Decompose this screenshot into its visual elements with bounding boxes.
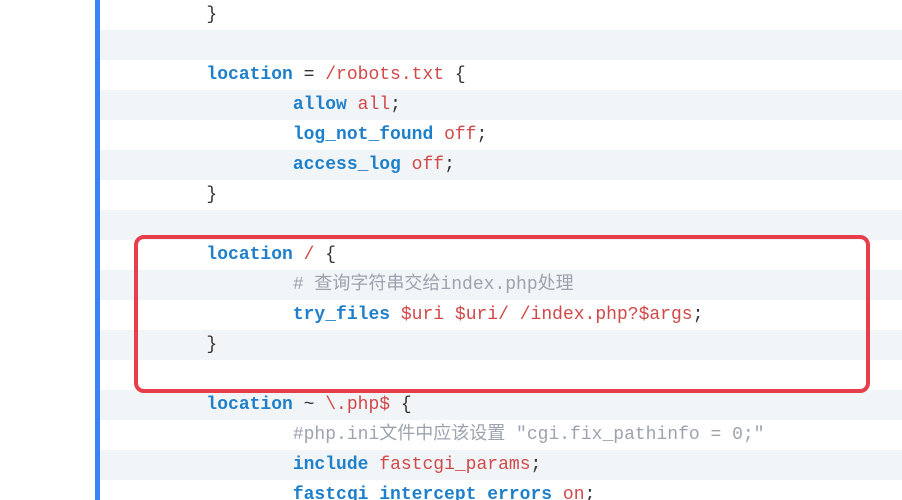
code-token: \.php$ — [325, 395, 390, 415]
code-line: #php.ini文件中应该设置 "cgi.fix_pathinfo = 0;" — [100, 420, 902, 450]
code-token: / — [304, 245, 315, 265]
code-token: include — [293, 455, 369, 475]
code-line: include fastcgi_params; — [100, 450, 902, 480]
code-token: = — [293, 65, 325, 85]
code-token — [433, 125, 444, 145]
code-token: #php.ini文件中应该设置 — [293, 425, 516, 445]
code-token: fastcgi_intercept_errors — [293, 485, 552, 500]
code-token: log_not_found — [293, 125, 433, 145]
code-token: ; — [476, 125, 487, 145]
code-line: location / { — [100, 240, 902, 270]
code-token: ; — [444, 155, 455, 175]
code-token: ; — [531, 455, 542, 475]
code-line: access_log off; — [100, 150, 902, 180]
code-token — [347, 95, 358, 115]
code-line — [100, 30, 902, 60]
code-token: location — [206, 65, 292, 85]
code-token: off — [444, 125, 476, 145]
code-token: { — [444, 65, 466, 85]
code-token: try_files — [293, 305, 390, 325]
code-token: access_log — [293, 155, 401, 175]
code-token — [552, 485, 563, 500]
code-token: off — [412, 155, 444, 175]
code-token: } — [206, 335, 217, 355]
code-token: /index.php? — [520, 305, 639, 325]
code-line: # 查询字符串交给index.php处理 — [100, 270, 902, 300]
code-token: $uri — [401, 305, 444, 325]
code-token — [509, 305, 520, 325]
code-token: # 查询字符串交给index.php处理 — [293, 275, 574, 295]
code-token — [293, 245, 304, 265]
code-line: try_files $uri $uri/ /index.php?$args; — [100, 300, 902, 330]
code-token: $uri — [455, 305, 498, 325]
code-token — [444, 305, 455, 325]
code-token: ~ — [293, 395, 325, 415]
code-token — [401, 155, 412, 175]
code-token: location — [206, 395, 292, 415]
code-line — [100, 360, 902, 390]
code-token: } — [206, 185, 217, 205]
code-line: } — [100, 0, 902, 30]
code-token: on — [563, 485, 585, 500]
code-token — [390, 305, 401, 325]
code-token: { — [314, 245, 336, 265]
code-viewport: } location = /robots.txt { allow all; lo… — [0, 0, 902, 500]
code-token: fastcgi_params — [379, 455, 530, 475]
code-block: } location = /robots.txt { allow all; lo… — [100, 0, 902, 500]
code-token: / — [498, 305, 509, 325]
code-token: /robots.txt — [325, 65, 444, 85]
code-token: ; — [585, 485, 596, 500]
code-token: all — [358, 95, 390, 115]
code-token: } — [206, 5, 217, 25]
code-line: log_not_found off; — [100, 120, 902, 150]
code-line: location ~ \.php$ { — [100, 390, 902, 420]
code-line: fastcgi_intercept_errors on; — [100, 480, 902, 500]
code-line: allow all; — [100, 90, 902, 120]
code-token: $args — [639, 305, 693, 325]
code-line: location = /robots.txt { — [100, 60, 902, 90]
code-token: ; — [390, 95, 401, 115]
code-token: allow — [293, 95, 347, 115]
code-line: } — [100, 180, 902, 210]
code-token: location — [206, 245, 292, 265]
code-token: "cgi.fix_pathinfo = 0;" — [516, 425, 764, 445]
code-line — [100, 210, 902, 240]
code-token — [368, 455, 379, 475]
code-token: { — [390, 395, 412, 415]
code-token: ; — [693, 305, 704, 325]
code-line: } — [100, 330, 902, 360]
